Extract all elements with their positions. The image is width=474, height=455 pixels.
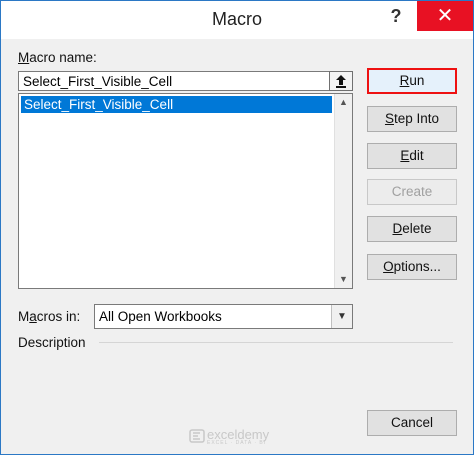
edit-button[interactable]: Edit <box>367 143 457 169</box>
description-label: Description <box>18 335 86 350</box>
macro-dialog: Macro ? ✕ Macro name: Select_First_Visib… <box>0 0 474 455</box>
macros-in-select[interactable]: All Open Workbooks ▼ <box>94 304 353 329</box>
scroll-up-icon[interactable]: ▲ <box>335 94 352 111</box>
cancel-button[interactable]: Cancel <box>367 410 457 436</box>
macro-name-label: Macro name: <box>18 50 97 65</box>
close-button[interactable]: ✕ <box>417 1 473 31</box>
help-button[interactable]: ? <box>385 3 407 29</box>
select-macro-button[interactable] <box>329 71 353 91</box>
exceldemy-logo-icon <box>189 429 205 443</box>
exceldemy-watermark: exceldemy EXCEL · DATA · BI <box>189 427 289 446</box>
title-bar: Macro ? ✕ <box>1 1 473 39</box>
create-button[interactable]: Create <box>367 179 457 205</box>
macro-list[interactable]: Select_First_Visible_Cell ▲ ▼ <box>18 93 353 289</box>
options-button[interactable]: Options... <box>367 254 457 280</box>
delete-button[interactable]: Delete <box>367 216 457 242</box>
list-scrollbar[interactable]: ▲ ▼ <box>334 94 352 288</box>
macros-in-value: All Open Workbooks <box>99 309 222 324</box>
description-divider <box>99 342 453 343</box>
scroll-down-icon[interactable]: ▼ <box>335 271 352 288</box>
macros-in-label: Macros in: <box>18 309 81 324</box>
list-item[interactable]: Select_First_Visible_Cell <box>21 96 332 113</box>
macro-name-input[interactable]: Select_First_Visible_Cell <box>18 71 332 91</box>
up-arrow-icon <box>336 75 346 88</box>
watermark-tagline: EXCEL · DATA · BI <box>207 440 267 446</box>
step-into-button[interactable]: Step Into <box>367 106 457 132</box>
chevron-down-icon[interactable]: ▼ <box>331 305 352 328</box>
run-button[interactable]: Run <box>367 68 457 94</box>
